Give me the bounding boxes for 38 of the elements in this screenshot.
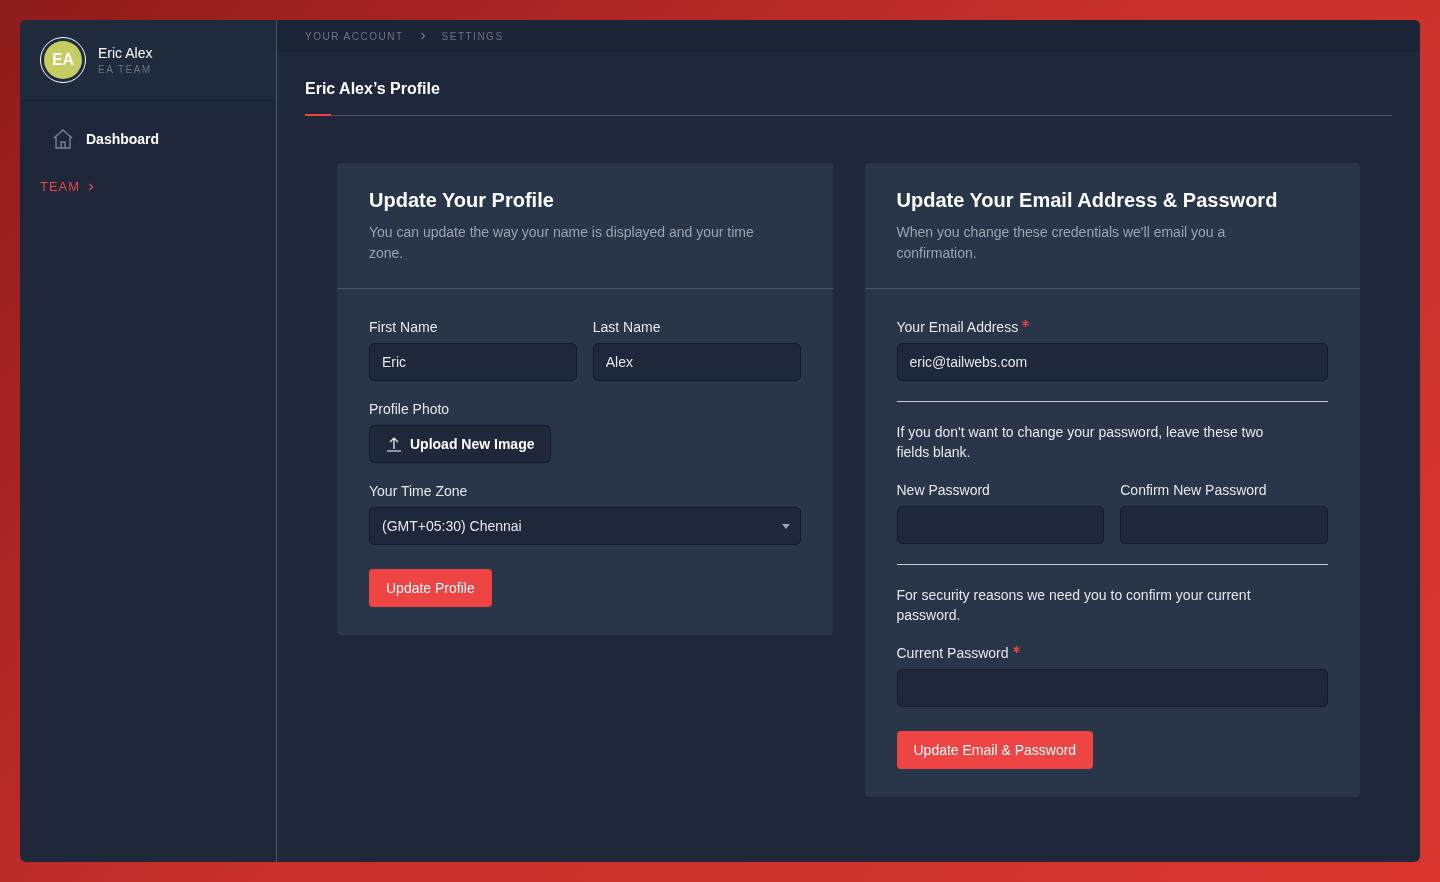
chevron-icon [419,32,426,40]
text-field[interactable]: Alex [592,343,801,381]
field-label: New Password [896,482,991,498]
password-field[interactable] [1120,506,1328,544]
dropdown-caret-icon [781,523,790,529]
submit-button[interactable]: Update Email & Password [896,731,1094,769]
info-text: If you don't want to change your password, leave these two fields blank. [896,423,1265,462]
required-icon [1022,320,1030,327]
upload-icon [386,436,402,452]
home-icon [52,128,74,150]
page-title: Eric Alex’s Profile [305,80,441,98]
field-label: Current Password [896,645,1328,661]
chevron-icon [88,182,95,191]
submit-button[interactable]: Update Profile [369,569,492,607]
required-icon [1012,646,1020,653]
card-description: When you change these credentials we'll email you a confirmation. [896,223,1227,263]
password-field[interactable] [896,669,1328,707]
upload-button[interactable]: Upload New Image [369,425,552,463]
password-field[interactable] [896,506,1105,544]
timezone-select[interactable]: (GMT+05:30) Chennai [369,507,801,545]
info-text: For security reasons we need you to confirm your current password. [896,586,1252,625]
card-title: Update Your Profile [369,189,555,212]
text-field[interactable]: eric@tailwebs.com [896,343,1328,381]
title-underline-accent [305,114,331,116]
user-name: Eric Alex [98,45,153,61]
sidebar-item[interactable]: Dashboard [52,128,160,150]
field-label: Profile Photo [369,401,451,417]
avatar-initials: EA [44,41,82,79]
team-name: EA TEAM [98,64,153,75]
team-section-link[interactable]: TEAM [40,179,95,194]
field-label: Confirm New Password [1120,482,1268,498]
card-description: You can update the way your name is displayed and your time zone. [369,223,755,263]
field-label: First Name [369,319,439,335]
field-label: Your Time Zone [369,483,469,499]
card-title: Update Your Email Address & Password [896,189,1279,212]
text-field[interactable]: Eric [369,343,577,381]
field-label: Your Email Address [896,319,1328,335]
field-label: Last Name [592,319,662,335]
